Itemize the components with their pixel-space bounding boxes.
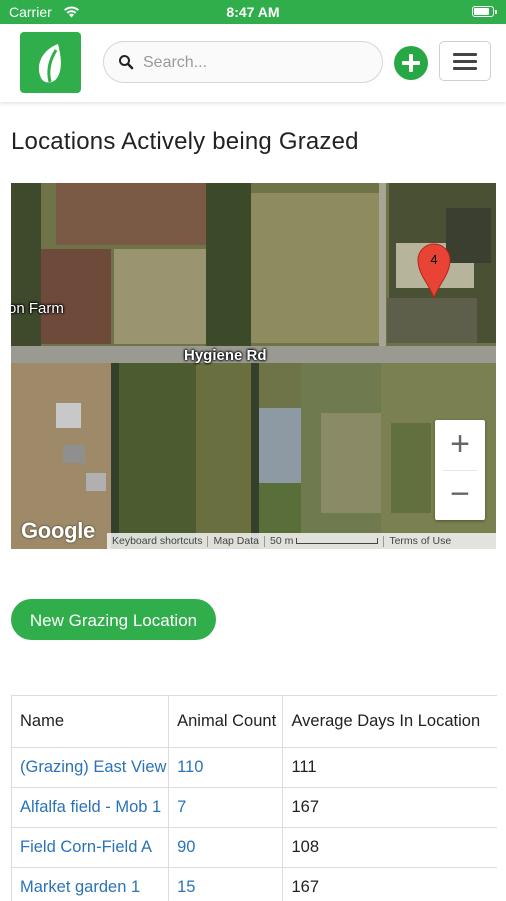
table-row: Market garden 1 15 167 xyxy=(12,868,497,901)
map-road-label: Hygiene Rd xyxy=(184,347,267,364)
keyboard-shortcuts-link[interactable]: Keyboard shortcuts xyxy=(107,535,207,547)
column-header-animal-count: Animal Count xyxy=(169,696,283,748)
grazing-locations-table: Name Animal Count Average Days In Locati… xyxy=(11,695,497,901)
search-box xyxy=(103,41,383,83)
zoom-out-button[interactable]: − xyxy=(435,470,485,520)
map-zoom-controls: + − xyxy=(435,420,485,520)
google-logo[interactable]: Google xyxy=(21,518,95,544)
map-marker-label: 4 xyxy=(416,252,452,267)
scale-label: 50 m xyxy=(270,535,293,547)
zoom-in-button[interactable]: + xyxy=(435,420,485,470)
cell-animal-count: 110 xyxy=(169,748,283,788)
map-data-link[interactable]: Map Data xyxy=(208,535,264,547)
search-input[interactable] xyxy=(141,50,375,76)
table-row: Alfalfa field - Mob 1 7 167 xyxy=(12,788,497,828)
status-bar: Carrier 8:47 AM xyxy=(0,0,506,24)
scale-bar xyxy=(296,538,378,544)
cell-animal-count: 7 xyxy=(169,788,283,828)
battery-icon xyxy=(472,6,494,17)
map-marker-icon[interactable] xyxy=(416,241,452,299)
cell-average-days: 167 xyxy=(283,788,497,828)
search-icon xyxy=(118,54,134,70)
animal-count-link[interactable]: 110 xyxy=(177,758,203,776)
location-link[interactable]: (Grazing) East View xyxy=(20,758,166,776)
cell-name: Market garden 1 xyxy=(12,868,169,901)
leaf-icon xyxy=(20,32,81,93)
add-button[interactable] xyxy=(394,46,428,80)
location-link[interactable]: Field Corn-Field A xyxy=(20,838,152,856)
cell-animal-count: 15 xyxy=(169,868,283,901)
map-place-label: on Farm xyxy=(11,300,64,317)
cell-name: Field Corn-Field A xyxy=(12,828,169,868)
satellite-imagery xyxy=(11,183,496,549)
table-header-row: Name Animal Count Average Days In Locati… xyxy=(12,696,497,748)
terms-of-use-link[interactable]: Terms of Use xyxy=(384,535,456,547)
animal-count-link[interactable]: 15 xyxy=(177,878,195,896)
animal-count-link[interactable]: 7 xyxy=(177,798,186,816)
cell-name: Alfalfa field - Mob 1 xyxy=(12,788,169,828)
column-header-name: Name xyxy=(12,696,169,748)
cell-animal-count: 90 xyxy=(169,828,283,868)
clock: 8:47 AM xyxy=(0,4,506,20)
menu-button[interactable] xyxy=(439,41,491,81)
grazing-map[interactable]: on Farm Hygiene Rd 4 + − Google Keyboard… xyxy=(11,183,496,549)
location-link[interactable]: Market garden 1 xyxy=(20,878,140,896)
table-row: (Grazing) East View 110 111 xyxy=(12,748,497,788)
app-header xyxy=(0,24,506,102)
table-row: Field Corn-Field A 90 108 xyxy=(12,828,497,868)
animal-count-link[interactable]: 90 xyxy=(177,838,195,856)
cell-average-days: 108 xyxy=(283,828,497,868)
cell-name: (Grazing) East View xyxy=(12,748,169,788)
cell-average-days: 111 xyxy=(283,748,497,788)
map-scale[interactable]: 50 m xyxy=(265,535,383,547)
map-attribution-bar: Keyboard shortcuts Map Data 50 m Terms o… xyxy=(107,533,496,549)
location-link[interactable]: Alfalfa field - Mob 1 xyxy=(20,798,161,816)
cell-average-days: 167 xyxy=(283,868,497,901)
app-logo[interactable] xyxy=(20,32,81,93)
page-title: Locations Actively being Grazed xyxy=(11,128,359,156)
new-grazing-location-button[interactable]: New Grazing Location xyxy=(11,599,216,640)
column-header-average-days: Average Days In Location xyxy=(283,696,497,748)
